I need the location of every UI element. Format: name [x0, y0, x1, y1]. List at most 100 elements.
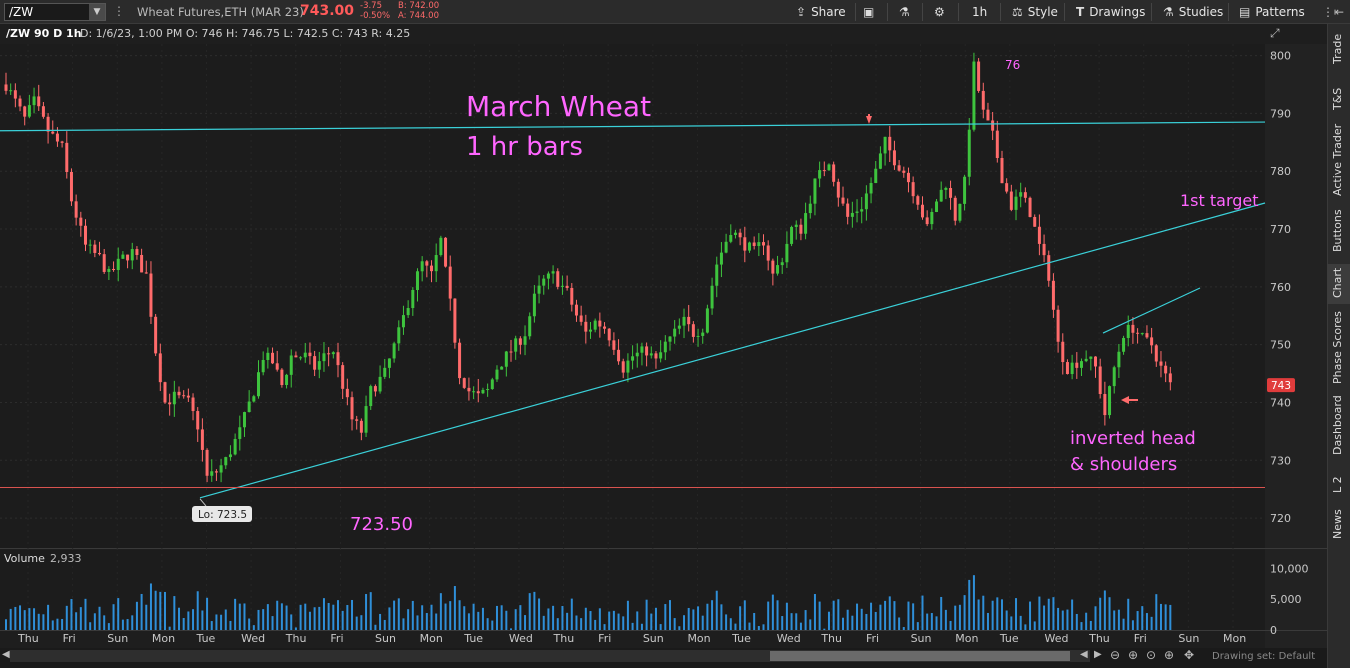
collapse-icon[interactable]: ⇤ — [1334, 0, 1344, 24]
autoscale-icon[interactable]: ⤢ — [1270, 26, 1280, 41]
volume-bar — [902, 627, 905, 630]
settings-button[interactable]: ⚙ — [934, 0, 950, 24]
side-tab-trade[interactable]: Trade — [1327, 30, 1350, 70]
toolbar-divider — [1064, 3, 1065, 21]
scroll-left-icon[interactable]: ◀ — [1080, 649, 1088, 660]
instrument-description: Wheat Futures,ETH (MAR 23) — [137, 5, 304, 19]
volume-bar — [528, 593, 531, 630]
side-tab-l-2[interactable]: L 2 — [1327, 467, 1350, 499]
peak-label: 76 — [1005, 58, 1020, 72]
zoom-icon[interactable]: ⊕ — [1128, 648, 1138, 662]
y-tick-label: 720 — [1270, 512, 1291, 525]
y-tick-label: 750 — [1270, 339, 1291, 352]
flask-button[interactable]: ⚗ — [899, 0, 915, 24]
candle-body — [977, 61, 981, 91]
zoom-out-icon[interactable]: ⊙ — [1146, 648, 1156, 662]
candle-body — [888, 136, 892, 151]
side-tab-news[interactable]: News — [1327, 505, 1350, 545]
volume-bar — [542, 615, 545, 630]
candle-body — [32, 96, 36, 106]
bid-price: B: 742.00 — [398, 1, 440, 11]
symbol-settings-icon[interactable]: ⋮ — [113, 4, 125, 18]
pan-icon[interactable]: ✥ — [1184, 648, 1194, 662]
share-label: Share — [811, 5, 846, 19]
volume-bar — [93, 613, 96, 630]
volume-bar — [355, 616, 358, 630]
volume-bar — [220, 614, 223, 630]
volume-bar — [640, 623, 643, 630]
side-tab-phase-scores[interactable]: Phase Scores — [1327, 310, 1350, 390]
timeframe-button[interactable]: 1h — [972, 0, 987, 24]
volume-bar — [477, 611, 480, 630]
candle-body — [738, 232, 742, 238]
volume-bar — [860, 608, 863, 630]
volume-bar — [421, 605, 424, 630]
x-tick-label: Wed — [241, 632, 265, 645]
price-chart[interactable]: 720730740750760770780790800Thu Fri Sun Mon T… — [0, 44, 1327, 648]
patterns-button[interactable]: ▤ Patterns — [1239, 0, 1305, 24]
volume-bar — [346, 605, 349, 630]
candle-body — [1154, 345, 1158, 362]
candle-body — [607, 328, 611, 341]
volume-bar — [926, 613, 929, 630]
candle-body — [556, 271, 560, 287]
side-tab-active-trader[interactable]: Active Trader — [1327, 122, 1350, 202]
side-tab-chart[interactable]: Chart — [1327, 264, 1350, 304]
volume-bar — [1075, 613, 1078, 630]
share-button[interactable]: ⇪ Share — [796, 0, 846, 24]
volume-bar — [444, 603, 447, 630]
x-tick-label: Tue — [196, 632, 216, 645]
symbol-dropdown-button[interactable]: ▼ — [89, 4, 105, 20]
candle-body — [523, 336, 527, 345]
zoom-in-icon[interactable]: ⊕ — [1164, 648, 1174, 662]
volume-bar — [991, 600, 994, 630]
volume-bar — [888, 596, 891, 630]
volume-bar — [1108, 597, 1111, 630]
scroll-left-icon[interactable]: ◀ — [2, 649, 10, 660]
candle-body — [98, 252, 102, 255]
volume-bar — [1089, 620, 1092, 630]
studies-button[interactable]: ⚗ Studies — [1163, 0, 1223, 24]
scroll-right-icon[interactable]: ▶ — [1094, 649, 1102, 660]
candle-body — [247, 401, 251, 413]
x-tick-label: Wed — [777, 632, 801, 645]
volume-bar — [912, 603, 915, 630]
volume-bar — [846, 609, 849, 630]
volume-bar — [1043, 605, 1046, 630]
toolbar-divider — [1151, 3, 1152, 21]
candle-body — [878, 153, 882, 169]
snapshot-button[interactable]: ▣ — [863, 0, 879, 24]
volume-bar — [65, 605, 68, 630]
side-tab-t-s[interactable]: T&S — [1327, 76, 1350, 116]
style-icon: ⚖ — [1012, 5, 1023, 19]
volume-bar — [1131, 620, 1134, 630]
candle-body — [1037, 226, 1041, 244]
candle-body — [476, 391, 480, 394]
net-change-percent: -0.50% — [360, 11, 391, 21]
candle-body — [1019, 192, 1023, 197]
scrollbar-thumb[interactable] — [770, 651, 1070, 661]
style-button[interactable]: ⚖ Style — [1012, 0, 1058, 24]
volume-bar — [916, 622, 919, 630]
volume-bar — [37, 613, 40, 630]
side-tab-buttons[interactable]: Buttons — [1327, 208, 1350, 258]
volume-plot-area[interactable] — [0, 550, 1265, 630]
drawings-button[interactable]: T Drawings — [1076, 0, 1145, 24]
candle-body — [336, 352, 340, 366]
side-tab-label: Buttons — [1331, 209, 1344, 252]
candle-body — [13, 90, 17, 99]
side-tab-dashboard[interactable]: Dashboard — [1327, 395, 1350, 461]
minus-icon[interactable]: ⊖ — [1110, 648, 1120, 662]
more-options-button[interactable]: ⋮ — [1322, 0, 1334, 24]
low-value-annotation: 723.50 — [350, 514, 413, 535]
x-tick-label: Tue — [999, 632, 1019, 645]
volume-bar — [968, 579, 971, 630]
volume-bar — [514, 609, 517, 630]
candle-body — [1065, 362, 1069, 375]
candle-body — [83, 225, 87, 245]
candle-body — [200, 429, 204, 450]
volume-bar — [823, 628, 826, 630]
candle-body — [430, 265, 434, 272]
volume-bar — [1136, 611, 1139, 630]
volume-bar — [467, 613, 470, 630]
